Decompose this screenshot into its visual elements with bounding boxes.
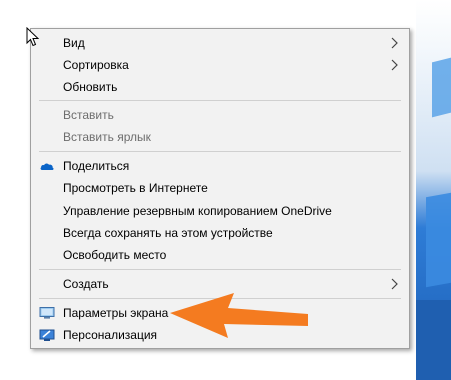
menu-item-label: Персонализация	[63, 328, 158, 342]
annotation-arrow-icon	[170, 293, 308, 338]
chevron-right-icon	[391, 37, 398, 49]
menu-item-label: Управление резервным копированием OneDri…	[63, 204, 332, 218]
menu-item-label: Параметры экрана	[63, 306, 169, 320]
personalize-icon	[39, 329, 55, 341]
menu-item-label: Освободить место	[63, 248, 167, 262]
menu-item-refresh[interactable]: Обновить	[31, 76, 409, 98]
onedrive-cloud-icon	[40, 163, 54, 170]
chevron-right-icon	[391, 59, 398, 71]
menu-item-paste[interactable]: Вставить	[31, 104, 409, 126]
menu-item-label: Просмотреть в Интернете	[63, 181, 208, 195]
menu-item-label: Вставить ярлык	[63, 130, 151, 144]
menu-item-view-online[interactable]: Просмотреть в Интернете	[31, 177, 409, 199]
menu-item-always-keep-on-device[interactable]: Всегда сохранять на этом устройстве	[31, 222, 409, 244]
menu-separator	[39, 151, 401, 152]
menu-separator	[39, 100, 401, 101]
menu-item-label: Создать	[63, 277, 109, 291]
menu-item-sort[interactable]: Сортировка	[31, 54, 409, 76]
menu-separator	[39, 269, 401, 270]
menu-item-manage-onedrive-backup[interactable]: Управление резервным копированием OneDri…	[31, 200, 409, 222]
menu-item-label: Сортировка	[63, 58, 129, 72]
mouse-cursor-icon	[26, 27, 40, 47]
monitor-icon	[39, 307, 55, 319]
menu-item-label: Поделиться	[63, 159, 130, 173]
menu-item-view[interactable]: Вид	[31, 32, 409, 54]
menu-item-label: Вид	[63, 36, 85, 50]
menu-item-label: Вставить	[63, 108, 114, 122]
menu-item-label: Обновить	[63, 80, 118, 94]
menu-item-share[interactable]: Поделиться	[31, 155, 409, 177]
desktop-wallpaper	[416, 0, 451, 380]
chevron-right-icon	[391, 278, 398, 290]
menu-item-label: Всегда сохранять на этом устройстве	[63, 226, 273, 240]
menu-item-paste-shortcut[interactable]: Вставить ярлык	[31, 126, 409, 148]
menu-item-free-up-space[interactable]: Освободить место	[31, 244, 409, 266]
